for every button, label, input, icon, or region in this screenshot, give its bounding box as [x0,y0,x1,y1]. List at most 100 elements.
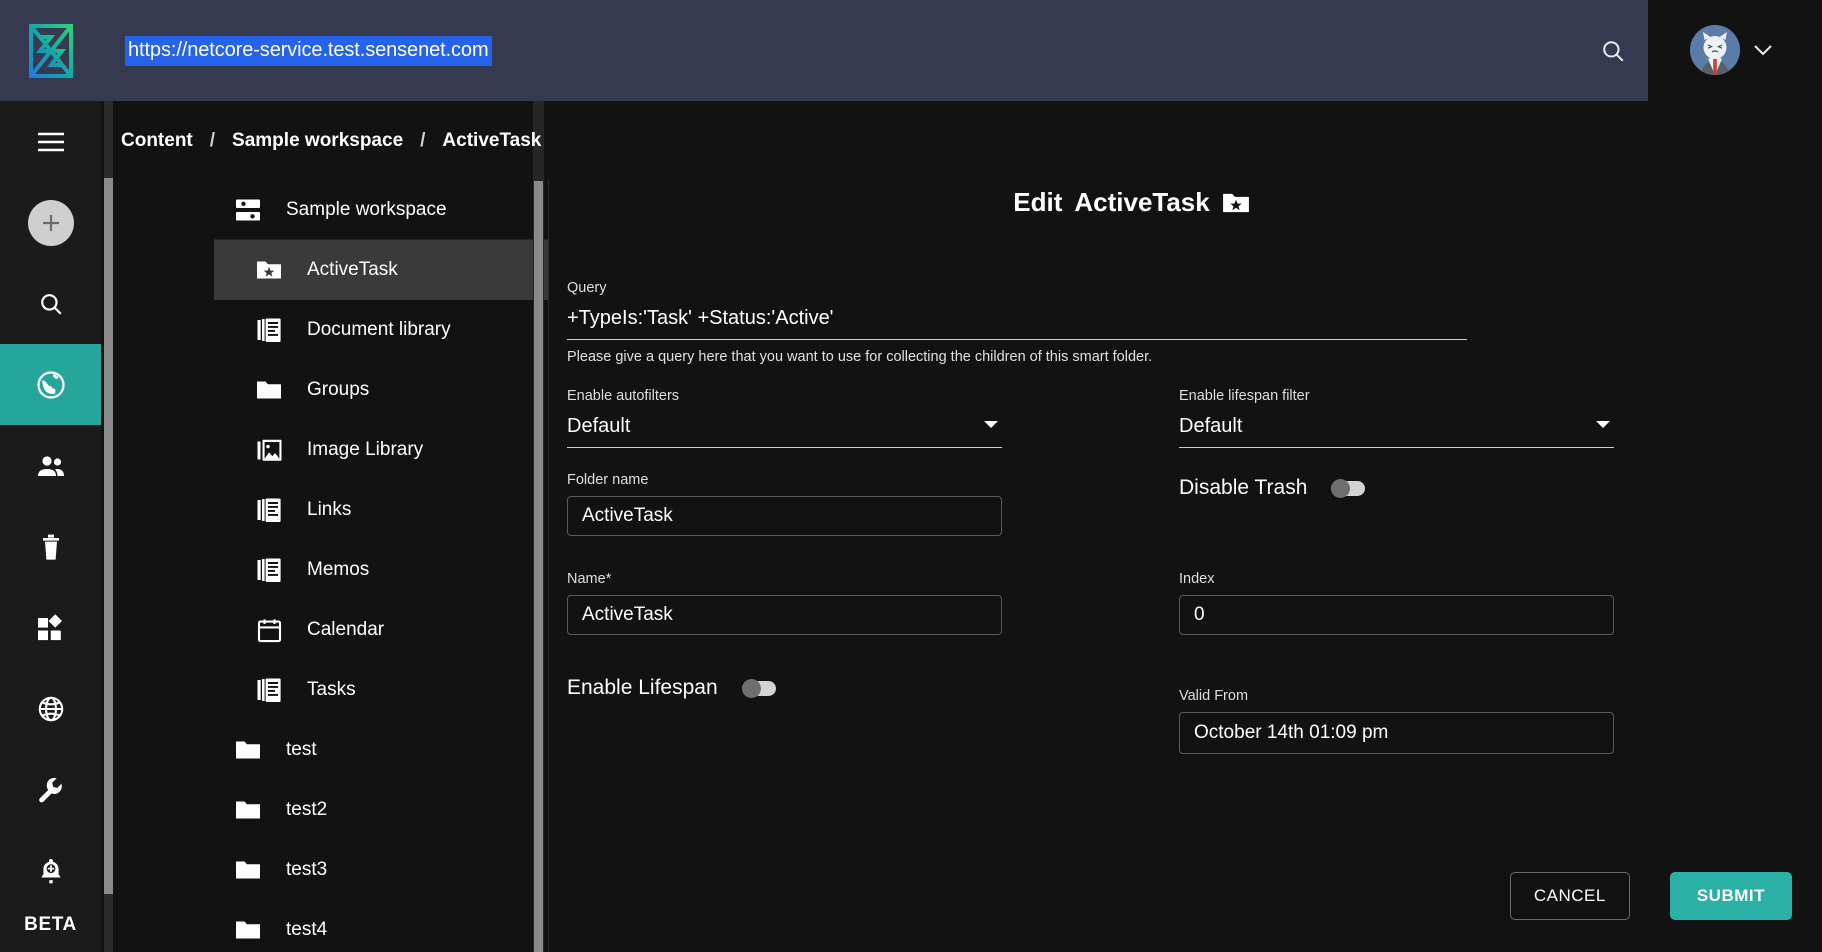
valid-from-label: Valid From [1179,688,1249,704]
document-list-icon [247,318,291,343]
folder-star-icon [1222,191,1250,215]
chevron-down-icon[interactable] [1753,44,1773,56]
field-name: Name* [567,571,1002,635]
search-icon[interactable] [1578,0,1648,101]
hamburger-menu-icon[interactable] [0,101,101,182]
app-root: https://netcore-service.test.sensenet.co… [0,0,1822,952]
tree-item-groups[interactable]: Groups [214,360,548,420]
tree-item-label: Document library [307,319,451,340]
users-icon[interactable] [0,425,101,506]
enable-lifespan-toggle[interactable] [741,678,776,698]
enable-autofilters-label: Enable autofilters [567,388,680,404]
disable-trash-toggle[interactable] [1331,478,1366,498]
tree-item-label: ActiveTask [307,259,398,280]
tree-item-label: test4 [286,919,328,940]
trash-icon[interactable] [0,506,101,587]
tree-root-label: Sample workspace [286,198,447,220]
tree-item-memos[interactable]: Memos [214,540,548,600]
tree-item-tasks[interactable]: Tasks [214,660,548,720]
new-content-button[interactable] [27,199,74,246]
field-enable-lifespan-filter: Enable lifespan filter [1179,388,1614,448]
left-icon-rail: BETA [0,101,101,952]
name-input[interactable] [567,595,1002,635]
wrench-icon[interactable] [0,749,101,830]
valid-from-input[interactable] [1179,712,1614,754]
submit-button[interactable]: SUBMIT [1669,872,1792,920]
url-address-text[interactable]: https://netcore-service.test.sensenet.co… [125,35,492,66]
enable-lifespan-filter-label: Enable lifespan filter [1179,388,1310,404]
breadcrumb-item-activetask[interactable]: ActiveTask [442,130,541,152]
folder-icon [226,919,270,941]
tree-scrollbar-thumb-right[interactable] [534,181,543,952]
enable-lifespan-filter-select-wrap[interactable] [1179,412,1614,448]
edit-form-panel: Edit ActiveTask Query Please give a quer… [548,180,1822,952]
tree-item-test[interactable]: test [214,720,548,780]
tree-item-test2[interactable]: test2 [214,780,548,840]
required-marker: * [605,571,612,587]
tree-item-activetask[interactable]: ActiveTask [214,240,548,300]
tree-item-label: Groups [307,379,370,400]
toggle-knob [1331,478,1351,498]
beta-badge: BETA [24,914,77,935]
document-list-icon [247,558,291,583]
disable-trash-label: Disable Trash [1179,476,1308,499]
tree-item-label: Image Library [307,439,424,460]
query-input[interactable] [567,304,1467,340]
folder-name-input[interactable] [567,496,1002,536]
folder-icon [226,859,270,881]
tree-item-label: Tasks [307,679,356,700]
rail-search-icon[interactable] [0,263,101,344]
tree-item-label: test [286,739,317,760]
document-list-icon [247,678,291,703]
tree-item-label: Links [307,499,352,520]
cancel-button[interactable]: CANCEL [1509,872,1630,920]
breadcrumb-item-content[interactable]: Content [121,130,193,152]
breadcrumb-separator: / [209,129,216,151]
index-input[interactable] [1179,595,1614,635]
rail-item-content[interactable] [0,344,101,425]
folder-icon [247,379,291,401]
field-enable-lifespan: Enable Lifespan [567,676,1002,700]
content-tree-list: Sample workspace ActiveTask Document lib… [214,180,548,952]
apps-grid-icon[interactable] [0,587,101,668]
breadcrumb-item-sample-workspace[interactable]: Sample workspace [232,130,403,152]
globe-content-icon [36,370,66,400]
tree-item-test4[interactable]: test4 [214,900,548,952]
field-valid-from: Valid From [1179,688,1614,754]
calendar-icon [247,618,291,643]
query-helper-text: Please give a query here that you want t… [567,349,1153,365]
tree-item-image-library[interactable]: Image Library [214,420,548,480]
page-title-prefix: Edit [1013,187,1063,217]
tree-item-label: Memos [307,559,370,580]
tree-item-document-library[interactable]: Document library [214,300,548,360]
tree-scrollbar-thumb-left[interactable] [104,178,113,894]
form-actions: CANCEL SUBMIT [1509,872,1792,920]
enable-autofilters-select-wrap[interactable] [567,412,1002,448]
tree-root-row[interactable]: Sample workspace [214,180,548,240]
user-avatar[interactable] [1690,25,1740,75]
enable-lifespan-filter-select[interactable] [1179,412,1614,448]
name-label: Name* [567,571,1002,587]
index-label: Index [1179,571,1215,587]
toggle-knob [741,678,761,698]
bell-plus-icon[interactable] [0,830,101,911]
tree-item-calendar[interactable]: Calendar [214,600,548,660]
workspace-icon [226,197,270,223]
user-menu[interactable] [1690,25,1773,75]
content-tree-panel: Sample workspace ActiveTask Document lib… [101,101,548,952]
document-list-icon [247,498,291,523]
page-title-name: ActiveTask [1074,187,1210,217]
tree-item-links[interactable]: Links [214,480,548,540]
breadcrumb-separator: / [420,129,426,151]
enable-autofilters-select[interactable] [567,412,1002,448]
tree-item-label: test2 [286,799,328,820]
query-label: Query [567,280,607,296]
globe-wire-icon[interactable] [0,668,101,749]
sensenet-logo[interactable] [0,0,101,101]
tree-item-test3[interactable]: test3 [214,840,548,900]
enable-lifespan-label: Enable Lifespan [567,676,718,699]
top-header-bar: https://netcore-service.test.sensenet.co… [0,0,1648,101]
plus-circle-icon[interactable] [0,182,101,263]
folder-icon [226,739,270,761]
folder-star-icon [247,259,291,281]
